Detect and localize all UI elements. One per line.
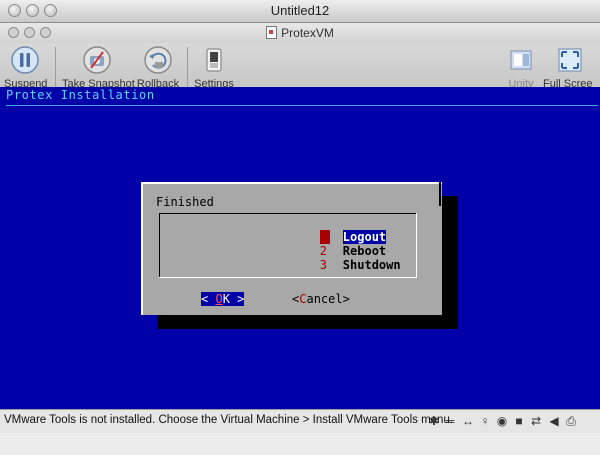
finished-dialog: Finished 1 Logout 2 Reboot 3 Shutdown < OK … [141,182,442,315]
ok-text: K [222,292,230,306]
pause-icon [11,46,39,74]
toolbar-separator [187,47,188,91]
rollback-icon [144,46,172,74]
vm-window-title: ProtexVM [0,26,600,40]
settings-switch-icon [206,48,222,72]
dialog-border [141,182,143,315]
floppy-icon[interactable]: ■ [512,414,526,428]
network-icon[interactable]: ═ [443,414,457,428]
full-screen-button[interactable]: Full Scree [541,45,600,90]
cd-icon[interactable]: ◉ [495,414,509,428]
outer-window-title: Untitled12 [270,3,330,18]
box-border [159,213,160,278]
menu-item-key: 3 [319,258,328,272]
ok-hotkey: O [215,292,223,306]
outer-window-titlebar: Untitled12 [0,0,600,23]
ok-bracket: > [229,292,245,306]
vm-console-screen[interactable]: Protex Installation Finished 1 Logout 2 Re… [0,87,600,409]
usb-icon[interactable]: ↔ [461,414,475,428]
suspend-button[interactable]: Suspend [4,45,47,90]
cancel-text: ancel> [306,292,350,306]
box-border [159,213,417,214]
menu-item-shutdown[interactable]: 3 Shutdown [262,244,401,286]
box-border [416,213,417,278]
shared-folder-icon[interactable]: ⇄ [529,414,543,428]
dialog-border [141,182,442,184]
cancel-button[interactable]: <Cancel> [292,292,350,306]
printer-icon[interactable]: ⎙ [564,414,578,428]
settings-button[interactable]: Settings [194,45,234,90]
bluetooth-icon[interactable]: ✱ [427,414,441,428]
take-snapshot-button[interactable]: Take Snapshot [62,45,135,90]
menu-item-label: Shutdown [342,258,401,272]
title-divider [6,105,598,106]
full-screen-icon [558,48,582,72]
status-bar: VMware Tools is not installed. Choose th… [0,409,600,433]
unity-button[interactable]: Unity [505,45,537,90]
vm-title-text: ProtexVM [281,26,334,40]
vmware-tools-message: VMware Tools is not installed. Choose th… [4,414,454,426]
document-icon [266,26,278,39]
camera-icon [83,46,111,74]
dialog-border [439,182,441,206]
dialog-title: Finished [156,195,214,209]
rollback-button[interactable]: Rollback [136,45,180,90]
installer-title: Protex Installation [6,88,155,102]
unity-icon [510,50,532,70]
options-box: 1 Logout 2 Reboot 3 Shutdown [159,213,417,278]
ok-bracket: < [201,292,216,306]
vm-window-titlebar: ProtexVM [0,23,600,43]
speaker-icon[interactable]: ◀ [547,414,561,428]
audio-input-icon[interactable]: ♀ [478,414,492,428]
ok-button[interactable]: < OK > [201,292,245,306]
toolbar-separator [55,47,56,91]
